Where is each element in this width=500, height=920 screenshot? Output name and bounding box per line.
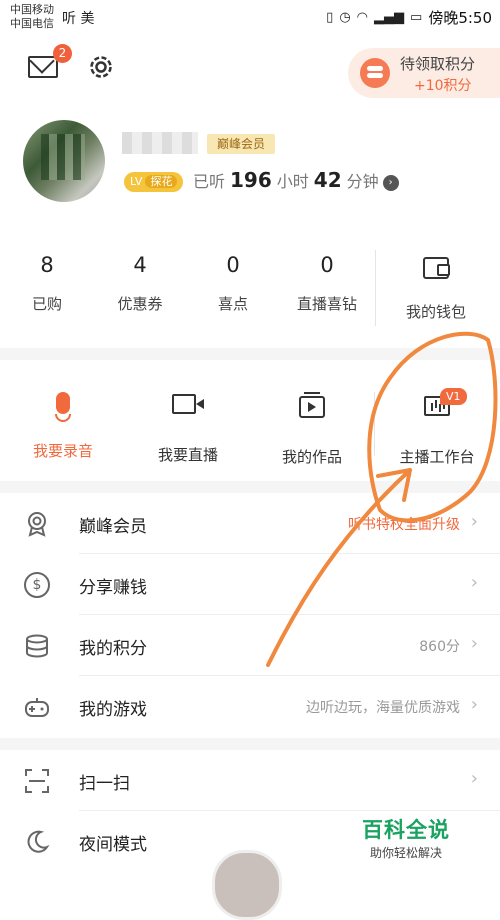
stat-coupons[interactable]: 4 优惠券 — [95, 253, 185, 314]
moon-icon — [27, 830, 50, 853]
nickname-blurred[interactable] — [122, 132, 198, 154]
message-badge: 2 — [53, 44, 72, 63]
menu-item-share-earn[interactable]: $ 分享赚钱 › — [0, 554, 500, 615]
menu-title: 分享赚钱 — [79, 578, 147, 598]
gamepad-icon — [25, 698, 49, 717]
menu-right-text: 860分 — [419, 639, 460, 655]
creator-tools: 我要录音 我要直播 我的作品 主播工作台 V1 — [0, 370, 500, 480]
live-button[interactable]: 我要直播 — [133, 390, 243, 465]
studio-badge: V1 — [440, 388, 467, 405]
stat-live-diamonds[interactable]: 0 直播喜钻 — [282, 253, 372, 314]
carrier-2: 中国电信 — [10, 17, 54, 30]
stat-xidian[interactable]: 0 喜点 — [188, 253, 278, 314]
stat-label: 直播喜钻 — [296, 295, 357, 313]
menu-title: 扫一扫 — [79, 774, 130, 794]
stat-label: 优惠券 — [117, 295, 163, 313]
menu-item-points[interactable]: 我的积分 860分 › — [0, 615, 500, 676]
menu-right-text: 听书特权全面升级 — [348, 517, 460, 533]
watermark-title: 百科全说 — [362, 818, 450, 842]
menu-item-games[interactable]: 我的游戏 边听边玩，海量优质游戏 › — [0, 676, 500, 737]
menu-item-vip[interactable]: 巅峰会员 听书特权全面升级 › — [0, 493, 500, 554]
stat-value: 0 — [320, 253, 334, 277]
listen-hours: 196 — [230, 168, 272, 192]
status-bar: 中国移动 中国电信 听 美 ▯ ◷ ◠ ▂▄▆ ▭ 傍晚5:50 — [0, 0, 500, 34]
medal-icon — [28, 512, 46, 537]
watermark: 百科全说 助你轻松解决 — [350, 812, 462, 864]
wallet-label[interactable]: 我的钱包 — [396, 301, 476, 322]
stat-value: 8 — [40, 253, 54, 277]
stat-value: 4 — [133, 253, 147, 277]
level-tag[interactable]: LV 探花 — [124, 172, 184, 192]
status-time: 傍晚5:50 — [428, 9, 492, 27]
play-box-icon — [257, 392, 367, 428]
coin-icon — [360, 58, 390, 88]
stat-value: 0 — [226, 253, 240, 277]
tool-label: 我要录音 — [32, 442, 93, 460]
coins-stack-icon — [26, 634, 48, 658]
chevron-right-icon: › — [470, 694, 478, 715]
listen-time[interactable]: 已听 196 小时 42 分钟 › — [193, 168, 399, 192]
pending-points-button[interactable]: 待领取积分 +10积分 — [348, 48, 500, 98]
status-app-icons: 听 美 — [62, 11, 95, 27]
status-right: ▯ ◷ ◠ ▂▄▆ ▭ 傍晚5:50 — [326, 7, 492, 28]
section-gap — [0, 481, 500, 493]
pending-points-title: 待领取积分 — [400, 55, 476, 73]
level-label: LV — [130, 175, 143, 188]
menu-right-text: 边听边玩，海量优质游戏 — [306, 700, 460, 716]
stat-label: 已购 — [31, 295, 62, 313]
wifi-icon: ◠ — [356, 10, 369, 25]
divider — [375, 250, 376, 326]
anchor-studio-button[interactable]: 主播工作台 — [382, 390, 492, 467]
vip-tag[interactable]: 巅峰会员 — [207, 134, 276, 154]
carrier-1: 中国移动 — [10, 3, 54, 16]
battery-icon: ▭ — [410, 10, 423, 25]
chevron-right-icon: › — [470, 572, 478, 593]
chevron-right-icon: › — [382, 174, 399, 191]
avatar[interactable] — [23, 120, 105, 202]
alarm-icon: ◷ — [339, 10, 351, 25]
mail-icon[interactable] — [28, 56, 58, 78]
record-button[interactable]: 我要录音 — [8, 390, 118, 461]
menu-item-scan[interactable]: 扫一扫 › — [0, 750, 500, 811]
menu-title: 我的积分 — [79, 639, 147, 659]
profile-section: 巅峰会员 LV 探花 已听 196 小时 42 分钟 › — [0, 110, 500, 220]
menu-title: 我的游戏 — [79, 700, 147, 720]
tool-label: 我的作品 — [281, 448, 342, 466]
tool-label: 我要直播 — [157, 446, 218, 464]
listen-minutes: 42 — [313, 168, 342, 192]
dollar-icon: $ — [24, 572, 50, 598]
section-gap — [0, 348, 500, 360]
wallet-icon[interactable] — [423, 257, 450, 279]
listen-minutes-unit: 分钟 — [346, 172, 379, 191]
microphone-icon — [8, 390, 118, 422]
my-works-button[interactable]: 我的作品 — [257, 390, 367, 467]
watermark-sub: 助你轻松解决 — [369, 846, 442, 860]
listen-hours-unit: 小时 — [276, 172, 309, 191]
stat-label: 喜点 — [217, 295, 248, 313]
divider — [374, 392, 375, 456]
gear-icon[interactable] — [86, 52, 116, 82]
signal-icon: ▂▄▆ — [374, 10, 405, 25]
chevron-right-icon: › — [470, 633, 478, 654]
menu-title: 夜间模式 — [79, 835, 147, 855]
video-camera-icon — [133, 394, 243, 426]
level-name: 探花 — [145, 175, 178, 188]
stats-row: 8 已购 4 优惠券 0 喜点 0 直播喜钻 我的钱包 — [0, 245, 500, 335]
chevron-right-icon: › — [470, 511, 478, 532]
listen-prefix: 已听 — [193, 172, 226, 191]
bar-chart-icon — [382, 396, 492, 428]
vibrate-icon: ▯ — [326, 10, 334, 25]
menu-title: 巅峰会员 — [79, 517, 147, 537]
pending-points-amount: +10积分 — [414, 78, 472, 94]
top-bar: 2 待领取积分 +10积分 — [0, 40, 500, 100]
tool-label: 主播工作台 — [399, 448, 475, 466]
stat-purchased[interactable]: 8 已购 — [2, 253, 92, 314]
scan-icon — [25, 769, 49, 793]
now-playing-button[interactable] — [212, 850, 282, 920]
chevron-right-icon: › — [470, 768, 478, 789]
section-gap — [0, 738, 500, 750]
